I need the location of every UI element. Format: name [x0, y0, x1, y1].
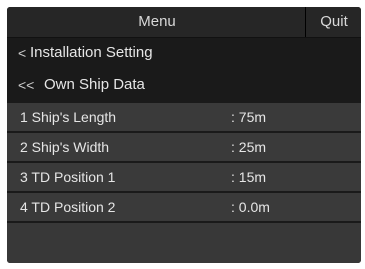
breadcrumb-label: Installation Setting: [30, 44, 153, 61]
menu-item-ships-length[interactable]: 1 Ship's Length : 75m: [7, 103, 361, 131]
quit-button[interactable]: Quit: [305, 7, 361, 37]
double-chevron-left-icon: <<: [18, 77, 35, 93]
item-value: : 15m: [231, 169, 267, 185]
back-own-ship-data[interactable]: << Own Ship Data: [7, 70, 361, 100]
item-value: : 75m: [231, 109, 267, 125]
menu-title: Menu: [138, 13, 176, 30]
breadcrumb-label: Own Ship Data: [44, 76, 145, 93]
item-label: 2 Ship's Width: [20, 139, 110, 155]
back-installation-setting[interactable]: < Installation Setting: [7, 38, 361, 68]
menu-screen: Menu Quit < Installation Setting << Own …: [7, 7, 361, 263]
item-label: 3 TD Position 1: [20, 169, 116, 185]
empty-area: [7, 223, 361, 263]
menu-item-td-position-2[interactable]: 4 TD Position 2 : 0.0m: [7, 193, 361, 221]
menu-item-ships-width[interactable]: 2 Ship's Width : 25m: [7, 133, 361, 161]
title-bar: Menu Quit: [7, 7, 361, 38]
item-label: 4 TD Position 2: [20, 199, 116, 215]
chevron-left-icon: <: [18, 45, 27, 61]
menu-item-td-position-1[interactable]: 3 TD Position 1 : 15m: [7, 163, 361, 191]
item-label: 1 Ship's Length: [20, 109, 117, 125]
item-value: : 0.0m: [231, 199, 270, 215]
item-value: : 25m: [231, 139, 267, 155]
